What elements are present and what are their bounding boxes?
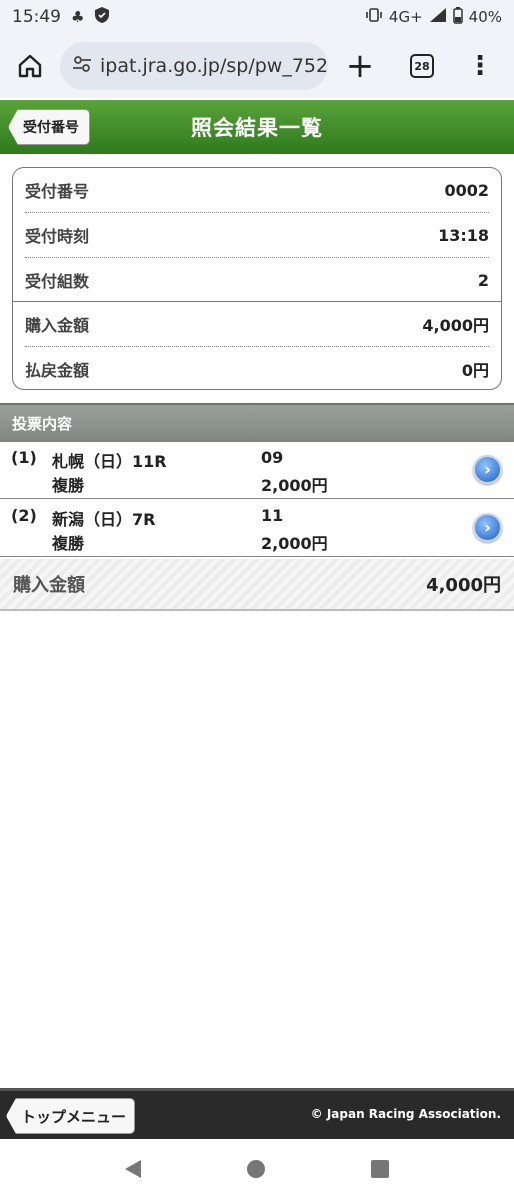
summary-label: 購入金額: [25, 316, 90, 335]
tab-switcher-button[interactable]: 28: [392, 34, 452, 98]
summary-value: 13:18: [438, 225, 489, 245]
nav-recents-icon[interactable]: [371, 1160, 389, 1178]
summary-panel: 受付番号 0002 受付時刻 13:18 受付組数 2 購入金額 4,000円 …: [12, 167, 502, 390]
new-tab-button[interactable]: +: [328, 34, 392, 98]
page-title: 照会結果一覧: [191, 116, 323, 140]
summary-row-receipt-time: 受付時刻 13:18: [25, 213, 489, 257]
battery-icon: [452, 6, 463, 28]
home-icon: [18, 54, 42, 78]
summary-row-payout-amount: 払戻金額 0円: [25, 347, 489, 391]
summary-label: 受付時刻: [25, 227, 90, 246]
total-value: 4,000円: [426, 575, 501, 596]
vibrate-icon: [365, 7, 383, 27]
signal-icon: [429, 7, 447, 27]
vote-amount: 2,000円: [261, 476, 328, 495]
summary-row-purchase-amount: 購入金額 4,000円: [25, 302, 489, 346]
vote-race: 札幌（日）11R: [52, 452, 167, 471]
chevron-right-icon[interactable]: ›: [473, 455, 502, 484]
notification-icon: ♣: [71, 8, 85, 26]
total-label: 購入金額: [13, 575, 85, 596]
page-header: 受付番号 照会結果一覧: [0, 100, 514, 154]
status-bar: 15:49 ♣ 4G+ 40%: [0, 0, 514, 34]
tab-count: 28: [410, 54, 434, 78]
site-settings-icon[interactable]: [72, 55, 92, 77]
summary-row-receipt-number: 受付番号 0002: [25, 168, 489, 212]
nav-back-icon[interactable]: [125, 1160, 141, 1178]
vote-bet-type: 複勝: [52, 476, 85, 495]
system-nav-bar: [0, 1139, 514, 1199]
shield-icon: [94, 6, 110, 28]
page-footer: トップメニュー © Japan Racing Association.: [0, 1088, 514, 1139]
more-menu-icon[interactable]: ⋮: [452, 34, 508, 98]
vote-number: (2): [11, 506, 37, 525]
top-menu-button[interactable]: トップメニュー: [6, 1098, 136, 1134]
battery-level: 40%: [468, 8, 502, 26]
summary-value: 2: [477, 270, 489, 290]
copyright-text: © Japan Racing Association.: [310, 1107, 501, 1121]
browser-toolbar: ipat.jra.go.jp/sp/pw_752_ + 28 ⋮: [0, 34, 514, 98]
summary-row-count: 受付組数 2: [25, 258, 489, 302]
total-row: 購入金額 4,000円: [0, 559, 514, 611]
url-text: ipat.jra.go.jp/sp/pw_752_: [100, 55, 328, 77]
back-button[interactable]: 受付番号: [8, 109, 90, 145]
address-bar[interactable]: ipat.jra.go.jp/sp/pw_752_: [60, 42, 328, 90]
vote-row[interactable]: (1) 札幌（日）11R 複勝 09 2,000円 ›: [0, 442, 514, 499]
nav-home-icon[interactable]: [247, 1160, 265, 1178]
vote-horse-number: 11: [261, 506, 284, 525]
summary-label: 払戻金額: [25, 361, 90, 380]
section-header-votes: 投票内容: [0, 403, 514, 442]
clock: 15:49: [12, 7, 61, 27]
network-type: 4G+: [388, 8, 423, 26]
vote-horse-number: 09: [261, 448, 284, 467]
vote-amount: 2,000円: [261, 534, 328, 553]
summary-value: 4,000円: [422, 316, 489, 335]
summary-label: 受付番号: [25, 182, 90, 201]
home-button[interactable]: [0, 34, 60, 98]
summary-value: 0円: [461, 361, 489, 380]
summary-label: 受付組数: [25, 272, 90, 291]
vote-row[interactable]: (2) 新潟（日）7R 複勝 11 2,000円 ›: [0, 500, 514, 557]
vote-number: (1): [11, 448, 37, 467]
summary-value: 0002: [444, 180, 489, 200]
vote-bet-type: 複勝: [52, 534, 85, 553]
chevron-right-icon[interactable]: ›: [473, 513, 502, 542]
vote-race: 新潟（日）7R: [52, 510, 156, 529]
